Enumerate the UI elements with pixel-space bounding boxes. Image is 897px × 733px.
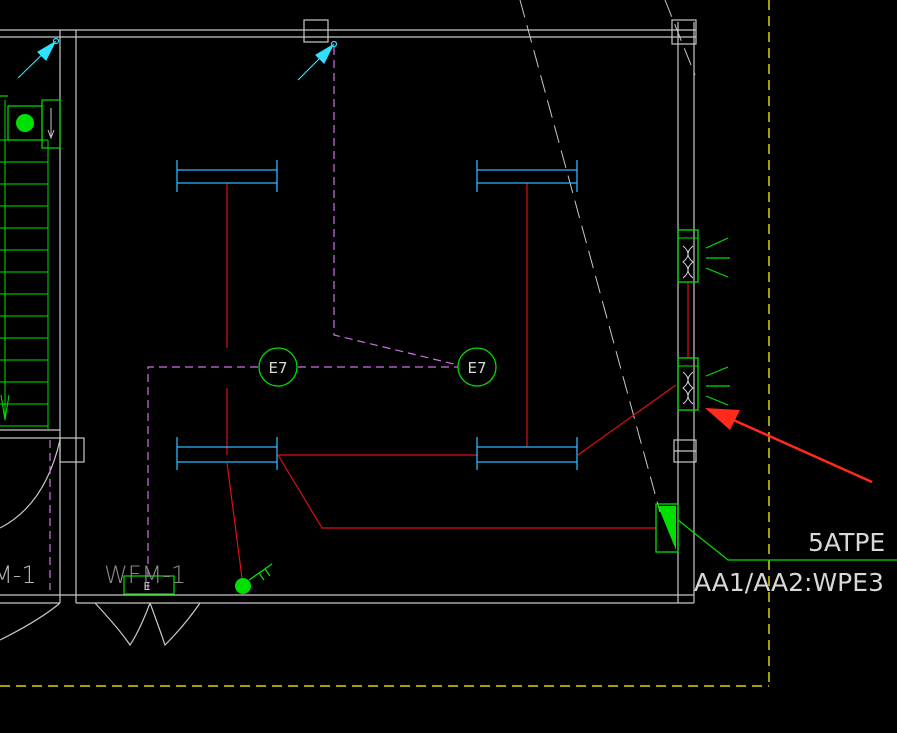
power-wiring <box>226 183 689 579</box>
cad-drawing-canvas: E7 E7 E M-1 WFM-1 5ATPE AA1/AA2:WPE3 <box>0 0 897 687</box>
exhaust-fan-lower[interactable] <box>677 357 730 411</box>
walls <box>0 19 697 647</box>
left-fixture <box>0 95 61 149</box>
symbol-e7-right[interactable]: E7 <box>457 347 497 387</box>
stair <box>0 100 49 430</box>
door-label-left: M-1 <box>0 561 37 589</box>
signal-wiring-dashed <box>49 47 459 590</box>
sensor-arrow-left <box>17 37 60 79</box>
symbol-e7-left-label: E7 <box>268 359 287 377</box>
annotation-arrow <box>705 408 873 484</box>
door-label-center: WFM-1 <box>104 561 186 589</box>
symbol-e7-left[interactable]: E7 <box>258 347 298 387</box>
panel-name-label: 5ATPE <box>808 528 885 557</box>
sensor-arrow-center <box>297 40 338 81</box>
diagonal-reference-line <box>519 0 696 513</box>
exhaust-fan-upper[interactable] <box>677 229 730 283</box>
symbol-e7-right-label: E7 <box>467 359 486 377</box>
circuit-label: AA1/AA2:WPE3 <box>694 568 884 597</box>
